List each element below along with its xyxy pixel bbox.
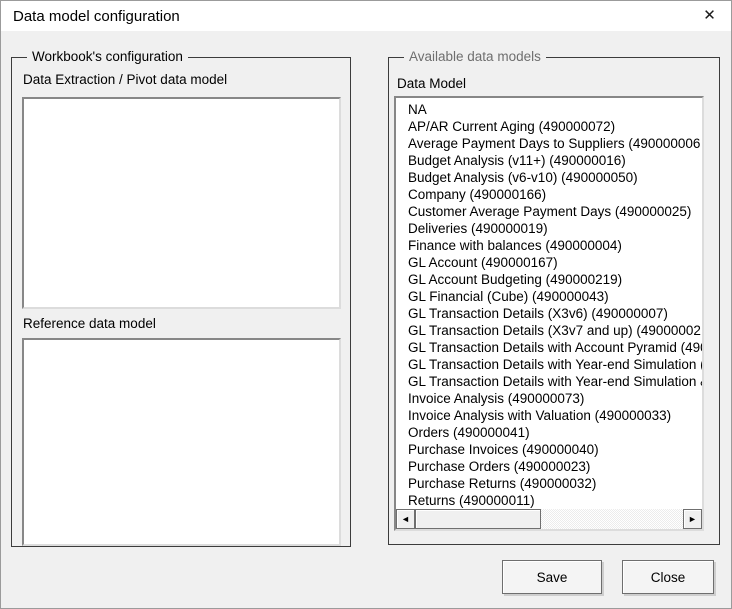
list-item[interactable]: GL Transaction Details (X3v6) (490000007…	[408, 305, 702, 322]
reference-data-model-listbox[interactable]	[22, 338, 341, 546]
save-button[interactable]: Save	[502, 560, 602, 594]
reference-data-model-label: Reference data model	[23, 316, 156, 331]
workbook-configuration-group: Workbook's configuration Data Extraction…	[11, 57, 351, 547]
title-bar: Data model configuration	[1, 1, 731, 31]
scrollbar-thumb[interactable]	[415, 509, 541, 529]
list-item[interactable]: Company (490000166)	[408, 186, 702, 203]
list-item[interactable]: GL Transaction Details with Year-end Sim…	[408, 373, 702, 390]
available-data-models-listbox[interactable]: NAAP/AR Current Aging (490000072)Average…	[394, 96, 704, 531]
scrollbar-track[interactable]	[541, 509, 683, 529]
list-item[interactable]: GL Financial (Cube) (490000043)	[408, 288, 702, 305]
list-item[interactable]: Budget Analysis (v11+) (490000016)	[408, 152, 702, 169]
data-extraction-label: Data Extraction / Pivot data model	[23, 72, 227, 87]
window-title: Data model configuration	[13, 8, 180, 25]
scroll-left-arrow-icon: ◄	[401, 515, 410, 524]
list-item[interactable]: GL Account Budgeting (490000219)	[408, 271, 702, 288]
list-item[interactable]: Invoice Analysis (490000073)	[408, 390, 702, 407]
list-item[interactable]: GL Transaction Details with Year-end Sim…	[408, 356, 702, 373]
data-model-list: NAAP/AR Current Aging (490000072)Average…	[396, 98, 702, 509]
close-icon: ✕	[703, 6, 716, 24]
data-extraction-listbox[interactable]	[22, 97, 341, 309]
horizontal-scrollbar[interactable]: ◄ ►	[396, 509, 702, 529]
list-item[interactable]: Purchase Invoices (490000040)	[408, 441, 702, 458]
list-item[interactable]: GL Transaction Details (X3v7 and up) (49…	[408, 322, 702, 339]
scroll-right-button[interactable]: ►	[683, 509, 702, 529]
available-data-models-group: Available data models Data Model NAAP/AR…	[388, 57, 720, 545]
list-item[interactable]: Returns (490000011)	[408, 492, 702, 509]
list-item[interactable]: Average Payment Days to Suppliers (49000…	[408, 135, 702, 152]
list-item[interactable]: AP/AR Current Aging (490000072)	[408, 118, 702, 135]
close-dialog-button[interactable]: Close	[622, 560, 714, 594]
scroll-left-button[interactable]: ◄	[396, 509, 415, 529]
list-item[interactable]: Invoice Analysis with Valuation (4900000…	[408, 407, 702, 424]
list-item[interactable]: NA	[408, 101, 702, 118]
list-item[interactable]: Budget Analysis (v6-v10) (490000050)	[408, 169, 702, 186]
list-item[interactable]: Customer Average Payment Days (490000025…	[408, 203, 702, 220]
workbook-configuration-caption: Workbook's configuration	[27, 49, 188, 64]
list-item[interactable]: Orders (490000041)	[408, 424, 702, 441]
list-item[interactable]: Purchase Returns (490000032)	[408, 475, 702, 492]
data-model-configuration-dialog: Data model configuration ✕ Workbook's co…	[0, 0, 732, 609]
scroll-right-arrow-icon: ►	[688, 515, 697, 524]
list-item[interactable]: Purchase Orders (490000023)	[408, 458, 702, 475]
list-item[interactable]: Finance with balances (490000004)	[408, 237, 702, 254]
close-button[interactable]: ✕	[687, 0, 732, 30]
data-model-label: Data Model	[397, 76, 466, 91]
available-data-models-caption: Available data models	[404, 49, 546, 64]
list-item[interactable]: GL Account (490000167)	[408, 254, 702, 271]
list-item[interactable]: Deliveries (490000019)	[408, 220, 702, 237]
list-item[interactable]: GL Transaction Details with Account Pyra…	[408, 339, 702, 356]
